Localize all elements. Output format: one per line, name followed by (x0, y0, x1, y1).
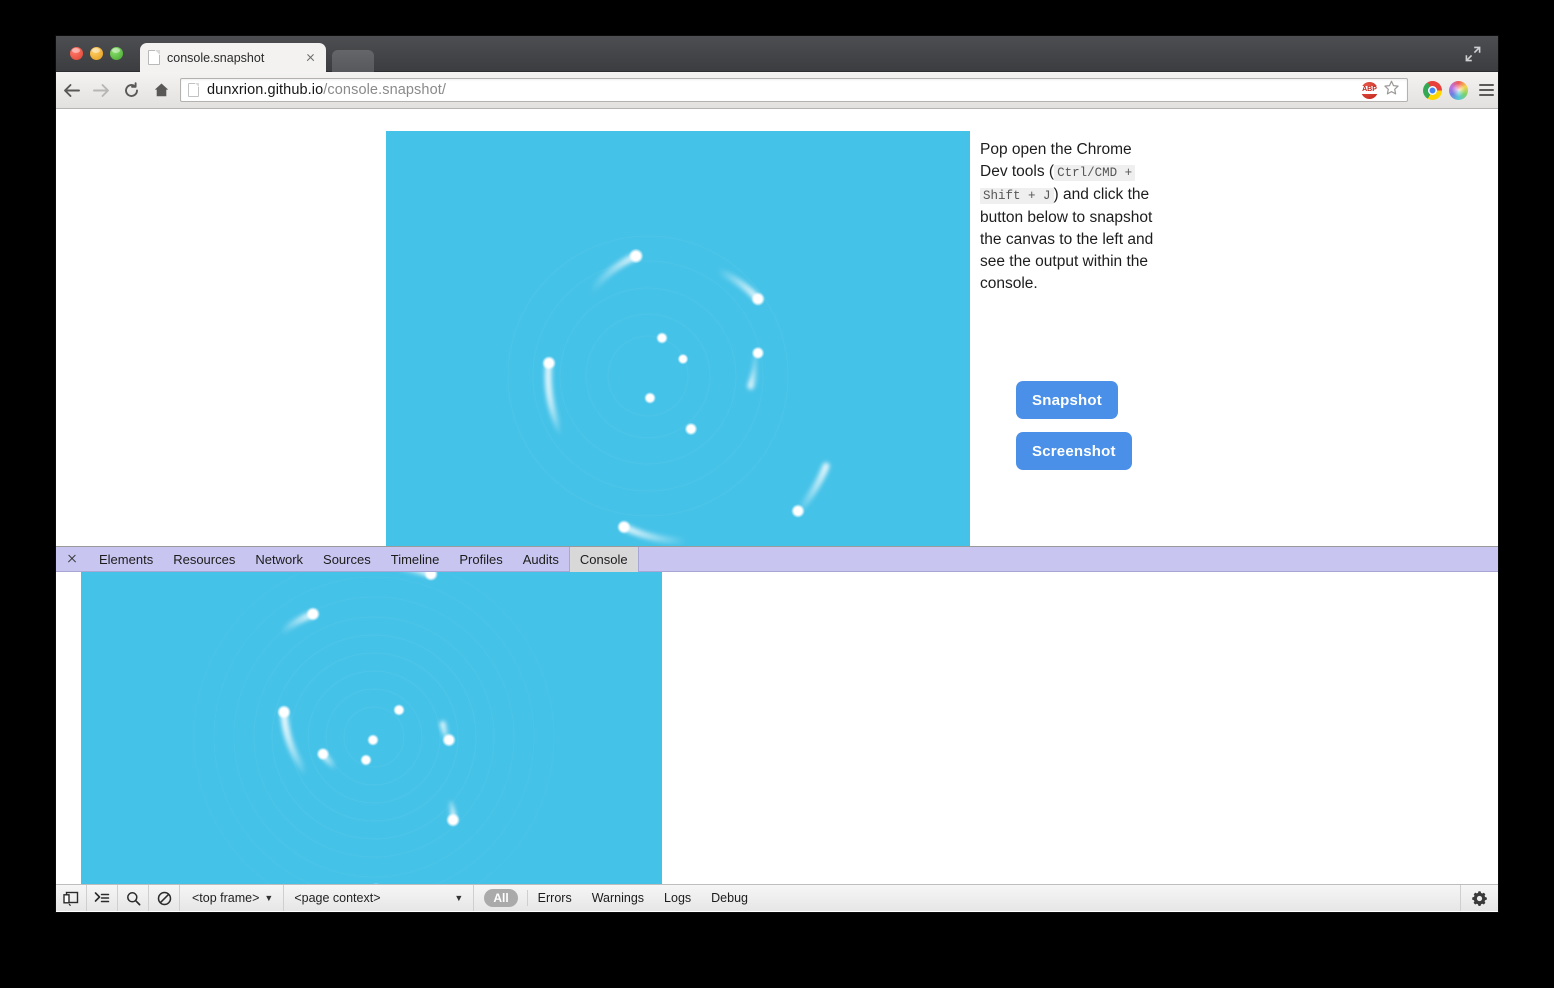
back-arrow-icon[interactable] (56, 72, 86, 109)
window-maximize-button[interactable] (110, 47, 123, 60)
filter-warnings[interactable]: Warnings (582, 891, 654, 905)
tab-timeline[interactable]: Timeline (381, 547, 450, 572)
browser-tab[interactable]: console.snapshot (140, 43, 326, 72)
tab-elements[interactable]: Elements (89, 547, 163, 572)
clipped-heading-text (386, 109, 856, 112)
tab-resources[interactable]: Resources (163, 547, 245, 572)
page-icon (188, 83, 199, 97)
window-minimize-button[interactable] (90, 47, 103, 60)
close-icon[interactable] (303, 50, 318, 65)
devtools-close-icon[interactable] (63, 550, 81, 568)
tab-sources[interactable]: Sources (313, 547, 381, 572)
search-icon[interactable] (118, 885, 149, 911)
settings-gear-icon[interactable] (1460, 885, 1498, 911)
tab-audits[interactable]: Audits (513, 547, 569, 572)
chrome-extension-icon[interactable] (1423, 80, 1442, 100)
animation-canvas[interactable] (386, 131, 970, 549)
address-bar-path: /console.snapshot/ (323, 82, 446, 98)
fullscreen-arrows-icon[interactable] (1464, 45, 1482, 63)
devtools-panel: Elements Resources Network Sources Timel… (56, 546, 1498, 911)
page-viewport: Pop open the Chrome Dev tools (Ctrl/CMD … (56, 109, 1498, 911)
screenshot-button[interactable]: Screenshot (1016, 432, 1132, 470)
abp-icon[interactable]: ABP (1361, 81, 1378, 99)
clear-console-icon[interactable] (149, 885, 180, 911)
browser-window: console.snapshot dunxrion.github.io/cons… (56, 36, 1498, 912)
filter-all-button[interactable]: All (484, 889, 518, 907)
chevron-down-icon: ▼ (454, 893, 464, 903)
devtools-tab-bar: Elements Resources Network Sources Timel… (56, 546, 1498, 572)
address-bar-host: dunxrion.github.io (207, 82, 324, 98)
tab-profiles[interactable]: Profiles (449, 547, 512, 572)
tab-console[interactable]: Console (568, 546, 639, 572)
address-bar-url: dunxrion.github.io/console.snapshot/ (207, 82, 446, 98)
dock-to-side-icon[interactable] (56, 885, 87, 911)
filter-logs[interactable]: Logs (654, 891, 701, 905)
reload-icon[interactable] (116, 72, 146, 109)
browser-tab-title: console.snapshot (167, 50, 265, 65)
filter-debug[interactable]: Debug (701, 891, 758, 905)
devtools-console-output (56, 572, 1498, 884)
frame-selector[interactable]: <top frame> ▼ (180, 885, 285, 911)
console-prompt-icon[interactable] (87, 885, 118, 911)
context-selector[interactable]: <page context> ▼ (284, 885, 475, 911)
console-canvas-snapshot (81, 572, 662, 884)
devtools-status-bar: <top frame> ▼ <page context> ▼ All Error… (56, 884, 1498, 911)
star-icon[interactable] (1383, 80, 1400, 101)
page-icon (148, 50, 160, 65)
menu-icon[interactable] (1474, 76, 1498, 104)
snapshot-button[interactable]: Snapshot (1016, 381, 1118, 419)
keyboard-shortcut-1: Ctrl/CMD + (1054, 165, 1136, 181)
tab-network[interactable]: Network (245, 547, 313, 572)
color-wheel-icon[interactable] (1449, 80, 1468, 100)
chevron-down-icon: ▼ (264, 893, 274, 903)
forward-arrow-icon[interactable] (86, 72, 116, 109)
address-bar[interactable]: dunxrion.github.io/console.snapshot/ ABP (180, 78, 1408, 102)
browser-tab-strip: console.snapshot (56, 36, 1498, 72)
keyboard-shortcut-2: Shift + J (980, 188, 1054, 204)
window-close-button[interactable] (70, 47, 83, 60)
context-selector-value: <page context> (294, 891, 381, 905)
new-tab-button[interactable] (332, 50, 374, 72)
home-icon[interactable] (146, 72, 176, 109)
browser-toolbar: dunxrion.github.io/console.snapshot/ ABP (56, 72, 1498, 109)
filter-errors[interactable]: Errors (528, 891, 582, 905)
instructions-text: Pop open the Chrome Dev tools (Ctrl/CMD … (980, 139, 1160, 295)
abp-label: ABP (1361, 86, 1378, 94)
frame-selector-value: <top frame> (192, 891, 260, 905)
